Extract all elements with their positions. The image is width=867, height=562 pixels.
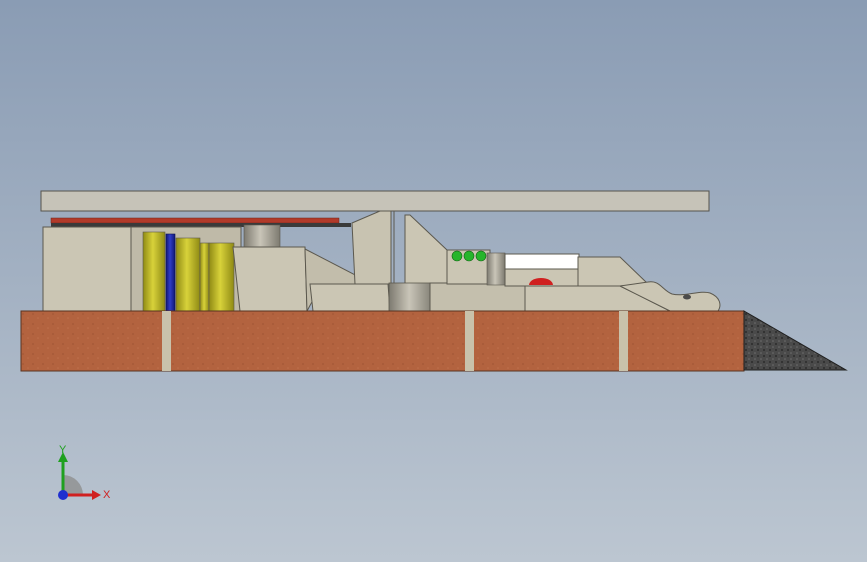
top-plate[interactable] — [40, 190, 710, 212]
y-axis-label: Y — [59, 444, 67, 456]
3d-viewport[interactable]: X Y — [0, 0, 867, 562]
cylinder-yellow-4[interactable] — [208, 242, 235, 312]
cylinder-yellow-1[interactable] — [142, 231, 166, 312]
mortar-joint-3 — [619, 311, 628, 371]
green-indicator-1[interactable] — [451, 250, 463, 262]
mid-wedge-lower[interactable] — [309, 283, 391, 312]
center-base[interactable] — [429, 282, 529, 312]
green-indicator-2[interactable] — [463, 250, 475, 262]
battery-cylinders[interactable] — [142, 231, 235, 312]
small-post[interactable] — [486, 252, 506, 286]
cylinder-yellow-2[interactable] — [175, 237, 201, 312]
cylinder-yellow-3[interactable] — [199, 242, 210, 312]
green-indicators[interactable] — [451, 250, 487, 262]
gray-cylinder[interactable] — [243, 224, 281, 248]
left-housing[interactable] — [42, 226, 132, 312]
led-strip[interactable] — [50, 217, 351, 227]
mortar-joint-1 — [162, 311, 171, 371]
green-indicator-3[interactable] — [475, 250, 487, 262]
z-axis-icon — [58, 490, 68, 500]
mid-block[interactable] — [232, 246, 308, 312]
model-view[interactable] — [0, 0, 867, 562]
left-fin[interactable] — [351, 210, 392, 285]
cylinder-blue[interactable] — [165, 233, 176, 312]
brick-base[interactable] — [20, 310, 745, 372]
center-drum[interactable] — [388, 282, 435, 312]
x-axis-label: X — [103, 489, 111, 501]
coordinate-triad: X Y — [58, 444, 111, 501]
mortar-joint-2 — [465, 311, 474, 371]
x-arrowhead — [92, 490, 101, 500]
tail-knob — [683, 294, 691, 300]
